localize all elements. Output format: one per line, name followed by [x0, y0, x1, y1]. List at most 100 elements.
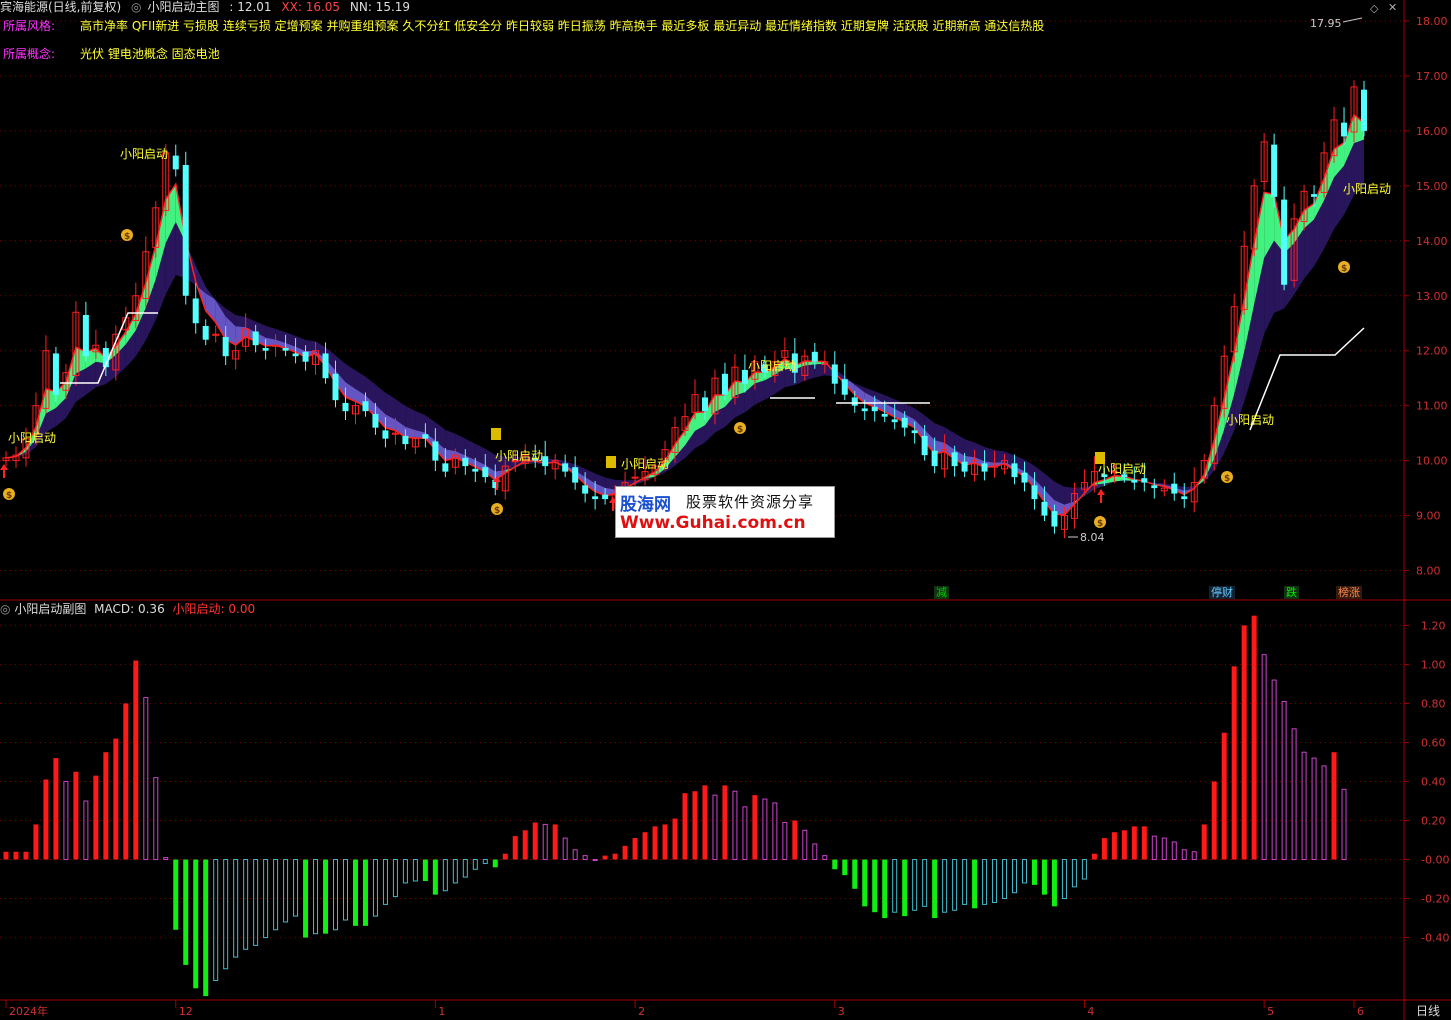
circle-icon[interactable]: ◎: [131, 0, 141, 14]
macd-bar: [852, 859, 858, 889]
macd-bar: [662, 824, 668, 860]
macd-bar: [1022, 859, 1027, 884]
macd-bar: [902, 859, 908, 917]
macd-bar: [872, 859, 878, 913]
macd-bar: [392, 859, 398, 898]
ribbon-band: [235, 314, 246, 327]
macd-bar: [283, 859, 289, 923]
y-tick-label: -0.20: [1421, 893, 1449, 906]
candle-body: [592, 496, 599, 500]
macd-bar: [183, 859, 189, 965]
macd-bar: [163, 857, 169, 861]
macd-bar: [1221, 732, 1227, 860]
ribbon-band: [734, 392, 745, 418]
signal-tag: 跌: [1284, 586, 1299, 599]
stock-title[interactable]: 宾海能源(日线,前复权): [0, 0, 121, 14]
candle-body: [1031, 485, 1038, 500]
candle-body: [721, 373, 728, 395]
macd-bar: [1101, 838, 1107, 860]
candle-body: [382, 430, 389, 439]
money-bag-icon: $: [1341, 264, 1347, 274]
chart-header: 宾海能源(日线,前复权) ◎ 小阳启动主图 : 12.01 XX: 16.05 N…: [0, 0, 416, 14]
money-bag-icon: $: [494, 506, 500, 516]
candle-body: [851, 397, 858, 406]
candle-body: [881, 413, 888, 417]
macd-bar: [802, 829, 808, 861]
signal-label: 小阳启动: [748, 359, 796, 373]
macd-bar: [93, 775, 99, 860]
money-bag-icon: $: [737, 425, 743, 435]
style-row-value: 高市净率 QFII新进 亏损股 连续亏损 定增预案 并购重组预案 久不分红 低安…: [80, 19, 1045, 33]
candle-body: [841, 379, 848, 395]
candle-body: [1011, 463, 1018, 478]
ribbon-band: [804, 364, 815, 381]
macd-bar: [352, 859, 358, 926]
signal-tag: 停财: [1209, 586, 1235, 599]
macd-bar: [722, 785, 728, 860]
macd-bar: [982, 859, 988, 905]
macd-bar: [1201, 824, 1207, 860]
indicator-name[interactable]: 小阳启动主图: [148, 0, 220, 14]
candle-body: [701, 397, 708, 412]
y-tick-label: 16.00: [1416, 125, 1448, 138]
macd-bar: [23, 851, 29, 860]
watermark-banner: 股海网 股票软件资源分享 Www.Guhai.com.cn: [615, 486, 835, 538]
diamond-icon[interactable]: ◇: [1370, 2, 1378, 15]
candle-body: [1141, 478, 1148, 483]
period-label[interactable]: 日线: [1416, 1004, 1440, 1018]
sub-indicator-name[interactable]: 小阳启动副图: [14, 602, 86, 616]
ribbon-band: [984, 446, 995, 463]
y-tick-label: 13.00: [1416, 290, 1448, 303]
xx-readout: XX: 16.05: [281, 0, 341, 14]
candle-body: [1181, 496, 1188, 500]
candle-body: [332, 373, 339, 401]
macd-bar: [1191, 851, 1197, 861]
macd-bar: [472, 859, 478, 870]
candle-body: [831, 364, 838, 384]
macd-bar: [1271, 679, 1277, 861]
candle-body: [961, 461, 968, 472]
signal-label: 小阳启动: [1098, 462, 1146, 476]
candle-body: [252, 331, 259, 346]
candle-body: [1311, 194, 1318, 197]
macd-bar: [213, 859, 219, 981]
macd-bar: [582, 855, 588, 861]
y-tick-label: 1.00: [1421, 658, 1446, 671]
close-icon[interactable]: ✕: [1388, 1, 1397, 14]
candle-body: [1041, 501, 1048, 516]
ribbon-band: [445, 429, 456, 452]
x-tick-label: 5: [1267, 1005, 1274, 1018]
y-tick-label: 18.00: [1416, 15, 1448, 28]
watermark-brand: 股海网: [620, 495, 671, 515]
macd-bar: [952, 859, 958, 911]
signal-label: 小阳启动: [621, 457, 669, 471]
candle-body: [282, 347, 289, 351]
candle-body: [871, 406, 878, 412]
macd-bar: [912, 859, 918, 911]
candle-body: [322, 353, 329, 379]
candle-body: [901, 417, 908, 428]
macd-bar: [412, 859, 418, 882]
candle-body: [1021, 472, 1028, 483]
macd-bar: [1281, 701, 1287, 861]
macd-bar: [842, 859, 848, 876]
macd-bar: [233, 859, 239, 958]
x-tick-label: 3: [838, 1005, 845, 1018]
macd-bar: [702, 785, 708, 860]
watermark-url: Www.Guhai.com.cn: [620, 513, 806, 533]
macd-bar: [922, 859, 928, 907]
y-tick-label: 9.00: [1416, 510, 1441, 523]
macd-bar: [682, 793, 688, 860]
y-tick-label: 11.00: [1416, 400, 1448, 413]
macd-bar: [243, 859, 249, 950]
y-tick-label: 0.40: [1421, 775, 1446, 788]
macd-bar: [273, 859, 279, 931]
macd-bar: [712, 794, 718, 861]
signal-tag: 减: [934, 586, 949, 599]
macd-bar: [1121, 830, 1127, 860]
macd-bar: [962, 859, 968, 905]
circle-icon[interactable]: ◎: [0, 602, 10, 616]
low-price-label: 8.04: [1080, 531, 1105, 544]
macd-bar: [672, 818, 678, 860]
macd-bar: [972, 859, 978, 909]
